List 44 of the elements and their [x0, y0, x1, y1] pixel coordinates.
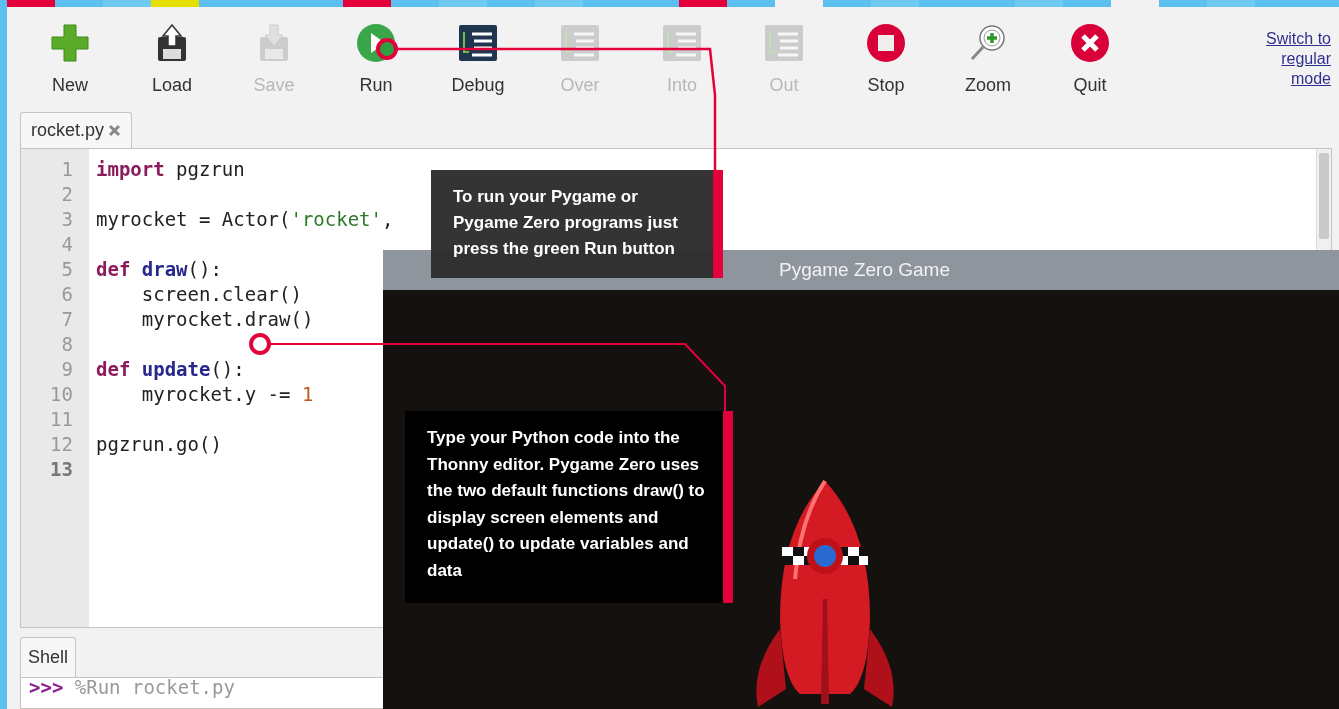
- callout-note: To run your Pygame or Pygame Zero programs just press the green Run button: [431, 170, 723, 278]
- scrollbar-thumb[interactable]: [1319, 153, 1329, 240]
- toolbar-button[interactable]: Zoom: [937, 23, 1039, 96]
- code-line: myrocket.y -= 1: [140, 382, 314, 408]
- toolbar-button[interactable]: Stop: [835, 23, 937, 96]
- stop-icon: [866, 23, 906, 63]
- list-step-icon: [458, 23, 498, 63]
- close-icon[interactable]: [108, 124, 122, 138]
- line-number: 2: [60, 182, 74, 208]
- line-number: 7: [60, 307, 74, 333]
- callout-note: Type your Python code into the Thonny editor. Pygame Zero uses the two default functions draw() to display screen elements and update() to update variables and data: [405, 411, 733, 603]
- line-number: 13: [49, 457, 74, 483]
- toolbar-button[interactable]: Quit: [1039, 23, 1141, 96]
- marker-ring: [249, 333, 271, 355]
- mode-switch-link[interactable]: Switch to regular mode: [1241, 29, 1331, 89]
- code-line: pgzrun.go(): [96, 432, 222, 458]
- line-number: 8: [60, 332, 74, 358]
- shell-tab[interactable]: Shell: [20, 637, 77, 678]
- code-line: myrocket = Actor('rocket',: [96, 207, 394, 233]
- line-number: 4: [60, 232, 74, 258]
- line-number: 6: [60, 282, 74, 308]
- list-step-icon: [560, 23, 600, 63]
- marker-ring: [376, 38, 398, 60]
- toolbar-button[interactable]: Debug: [427, 23, 529, 96]
- toolbar-button[interactable]: New: [19, 23, 121, 96]
- plus-icon: [50, 23, 90, 63]
- code-line: screen.clear(): [140, 282, 302, 308]
- line-number: 10: [49, 382, 74, 408]
- line-number: 9: [60, 357, 74, 383]
- line-number: 11: [49, 407, 74, 433]
- zoom-in-icon: [968, 23, 1008, 63]
- list-step-icon: [764, 23, 804, 63]
- editor-tab[interactable]: rocket.py: [20, 112, 133, 149]
- code-line: myrocket.draw(): [140, 307, 314, 333]
- close-icon: [1070, 23, 1110, 63]
- code-line: def draw():: [96, 257, 222, 283]
- line-number: 5: [60, 257, 74, 283]
- line-number: 1: [60, 157, 74, 183]
- code-line: def update():: [96, 357, 245, 383]
- line-number: 12: [49, 432, 74, 458]
- toolbar-button[interactable]: Load: [121, 23, 223, 96]
- list-step-icon: [662, 23, 702, 63]
- code-line: import pgzrun: [96, 157, 245, 183]
- line-number: 3: [60, 207, 74, 233]
